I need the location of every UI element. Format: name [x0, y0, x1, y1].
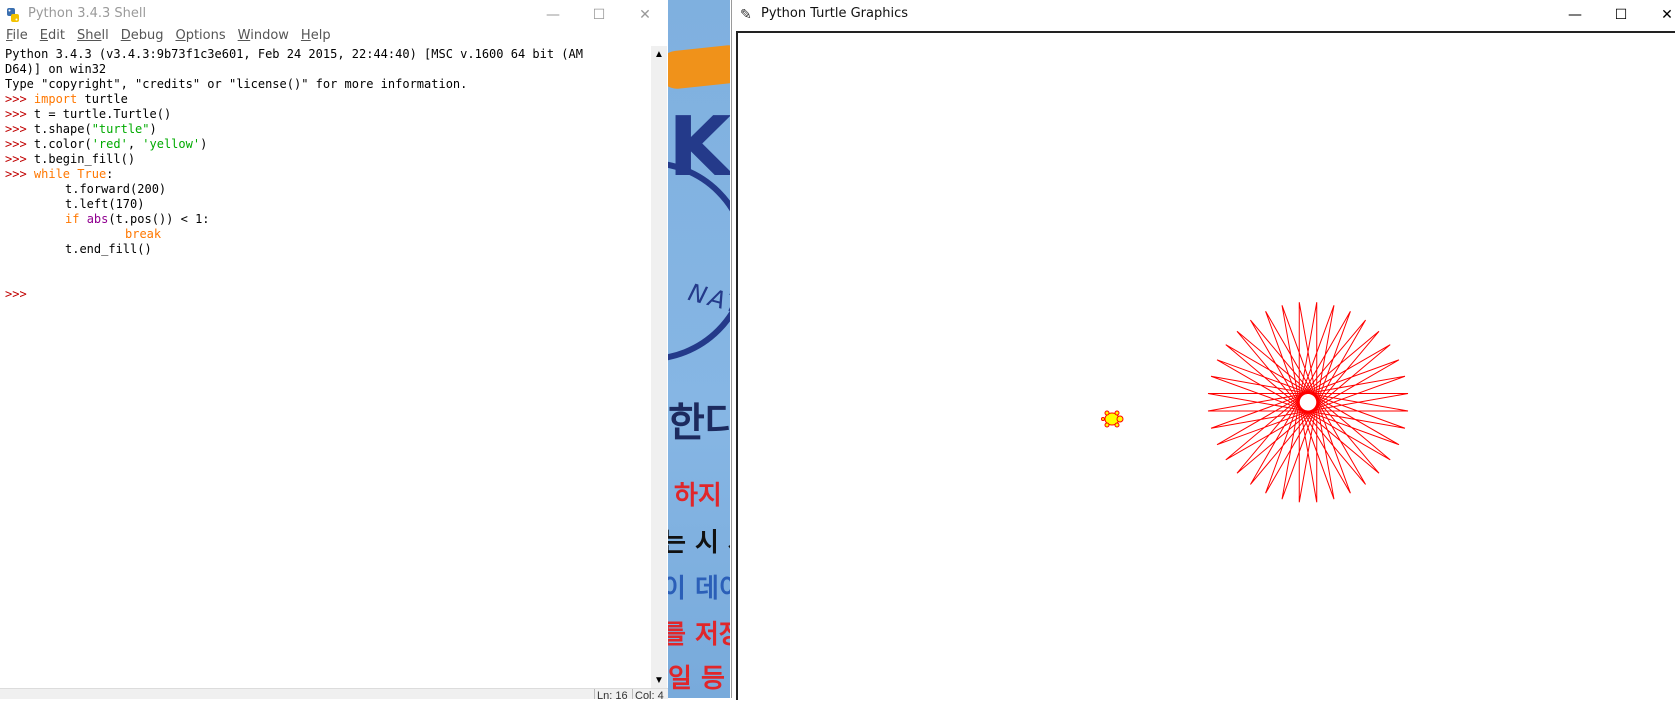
menu-options-label: ptions	[185, 28, 226, 43]
prompt: >>>	[5, 167, 34, 181]
turtle-window-title: Python Turtle Graphics	[761, 6, 908, 21]
keyword: if	[65, 212, 80, 226]
prompt: >>>	[5, 137, 34, 151]
current-prompt: >>>	[5, 287, 27, 301]
menu-debug[interactable]: Debug	[121, 26, 164, 46]
scroll-up-arrow-icon[interactable]: ▲	[651, 46, 667, 62]
poster-text: 는 시 사	[668, 528, 730, 558]
menu-edit-label: dit	[48, 28, 65, 43]
code-line: t.left(170)	[65, 197, 145, 211]
menu-shell-label: ll	[101, 28, 109, 43]
poster-text: 하지	[674, 481, 722, 511]
keyword: while	[33, 167, 71, 181]
shell-text-area[interactable]: Python 3.4.3 (v3.4.3:9b73f1c3e601, Feb 2…	[0, 46, 650, 686]
code-line: >>> t.color('red', 'yellow')	[5, 136, 207, 152]
turtle-limb	[1104, 410, 1110, 416]
turtle-limb	[1114, 410, 1120, 416]
code-text: t.color(	[33, 137, 92, 151]
menu-help-mnemonic: H	[300, 28, 311, 43]
menu-help[interactable]: Help	[301, 26, 331, 46]
menu-window-label: indow	[250, 28, 289, 43]
menu-shell-mnemonic: She	[76, 28, 102, 43]
prompt: >>>	[5, 92, 34, 106]
turtle-limb	[1104, 422, 1110, 428]
menu-edit[interactable]: Edit	[40, 26, 65, 46]
turtle-canvas[interactable]	[736, 31, 1675, 700]
menu-options[interactable]: Options	[175, 26, 225, 46]
code-text: t = turtle.Turtle()	[33, 107, 172, 121]
code-text: )	[149, 122, 157, 136]
code-line: if abs(t.pos()) < 1:	[65, 211, 210, 227]
menu-file-label: ile	[12, 28, 28, 43]
menu-edit-mnemonic: E	[39, 28, 48, 43]
code-text: :	[106, 167, 114, 181]
keyword: True	[77, 167, 107, 181]
turtle-minimize-button[interactable]: —	[1552, 0, 1598, 30]
code-line: t.forward(200)	[65, 182, 167, 196]
string-literal: "turtle"	[91, 122, 150, 136]
orange-swoosh	[668, 43, 730, 91]
poster-text: 일 등	[668, 664, 725, 694]
builtin: abs	[86, 212, 109, 226]
code-text: ,	[127, 137, 143, 151]
code-text: )	[200, 137, 208, 151]
python-icon	[7, 8, 19, 22]
keyword: import	[33, 92, 78, 106]
code-line: break	[125, 227, 162, 241]
code-line: >>> t = turtle.Turtle()	[5, 106, 171, 122]
prompt: >>>	[5, 152, 34, 166]
turtle-maximize-button[interactable]: ☐	[1598, 0, 1644, 30]
prompt: >>>	[5, 107, 34, 121]
turtle-close-button[interactable]: ✕	[1644, 0, 1675, 30]
shell-title: Python 3.4.3 Shell	[28, 6, 147, 21]
menu-file[interactable]: File	[6, 26, 28, 46]
turtle-limb	[1116, 415, 1124, 423]
turtle-limb	[1114, 422, 1120, 428]
emblem-ring	[668, 160, 730, 362]
turtle-graphics-window: ✎ Python Turtle Graphics — ☐ ✕	[731, 0, 1675, 700]
code-line: >>> t.begin_fill()	[5, 151, 135, 167]
turtle-drawing	[1101, 302, 1409, 503]
code-text: turtle	[77, 92, 128, 106]
banner-line-3: Type "copyright", "credits" or "license(…	[5, 77, 468, 91]
code-line: >>> t.shape("turtle")	[5, 121, 157, 137]
string-literal: 'yellow'	[142, 137, 201, 151]
turtle-limb	[1101, 417, 1105, 421]
prompt: >>>	[5, 122, 34, 136]
feather-icon: ✎	[740, 6, 752, 22]
menu-help-label: elp	[310, 28, 331, 43]
menu-window-mnemonic: W	[237, 28, 251, 43]
menu-debug-mnemonic: D	[120, 28, 131, 43]
code-line: >>> import turtle	[5, 91, 128, 107]
star-polygon	[1207, 302, 1409, 503]
code-text: t.shape(	[33, 122, 92, 136]
poster-text: 한다	[668, 400, 730, 446]
menu-debug-label: ebug	[130, 28, 164, 43]
menu-options-mnemonic: O	[175, 28, 186, 43]
shell-menubar: File Edit Shell Debug Options Window Hel…	[0, 26, 668, 46]
idle-shell-window: Python 3.4.3 Shell — ☐ ✕ File Edit Shell…	[0, 0, 669, 699]
string-literal: 'red'	[91, 137, 128, 151]
poster-text: 를 저장	[668, 620, 730, 650]
menu-shell[interactable]: Shell	[77, 26, 109, 46]
turtle-cursor-icon	[1101, 410, 1124, 428]
desktop-background: K NAT 한다 하지 는 시 사 이 데이 를 저장 일 등	[668, 0, 730, 698]
menu-window[interactable]: Window	[238, 26, 289, 46]
scroll-down-arrow-icon[interactable]: ▼	[651, 672, 667, 688]
poster-text: 이 데이	[668, 574, 730, 604]
status-bar: Ln: 16 Col: 4	[0, 688, 668, 699]
code-line: >>> while True:	[5, 166, 113, 182]
banner-line-1: Python 3.4.3 (v3.4.3:9b73f1c3e601, Feb 2…	[5, 47, 583, 61]
vertical-scrollbar[interactable]: ▲ ▼	[651, 46, 667, 688]
code-text: (t.pos()) < 1:	[108, 212, 210, 226]
code-text: t.begin_fill()	[33, 152, 136, 166]
turtle-titlebar[interactable]: ✎ Python Turtle Graphics — ☐ ✕	[732, 0, 1675, 30]
code-line: t.end_fill()	[65, 242, 152, 256]
banner-line-2: D64)] on win32	[5, 62, 107, 76]
